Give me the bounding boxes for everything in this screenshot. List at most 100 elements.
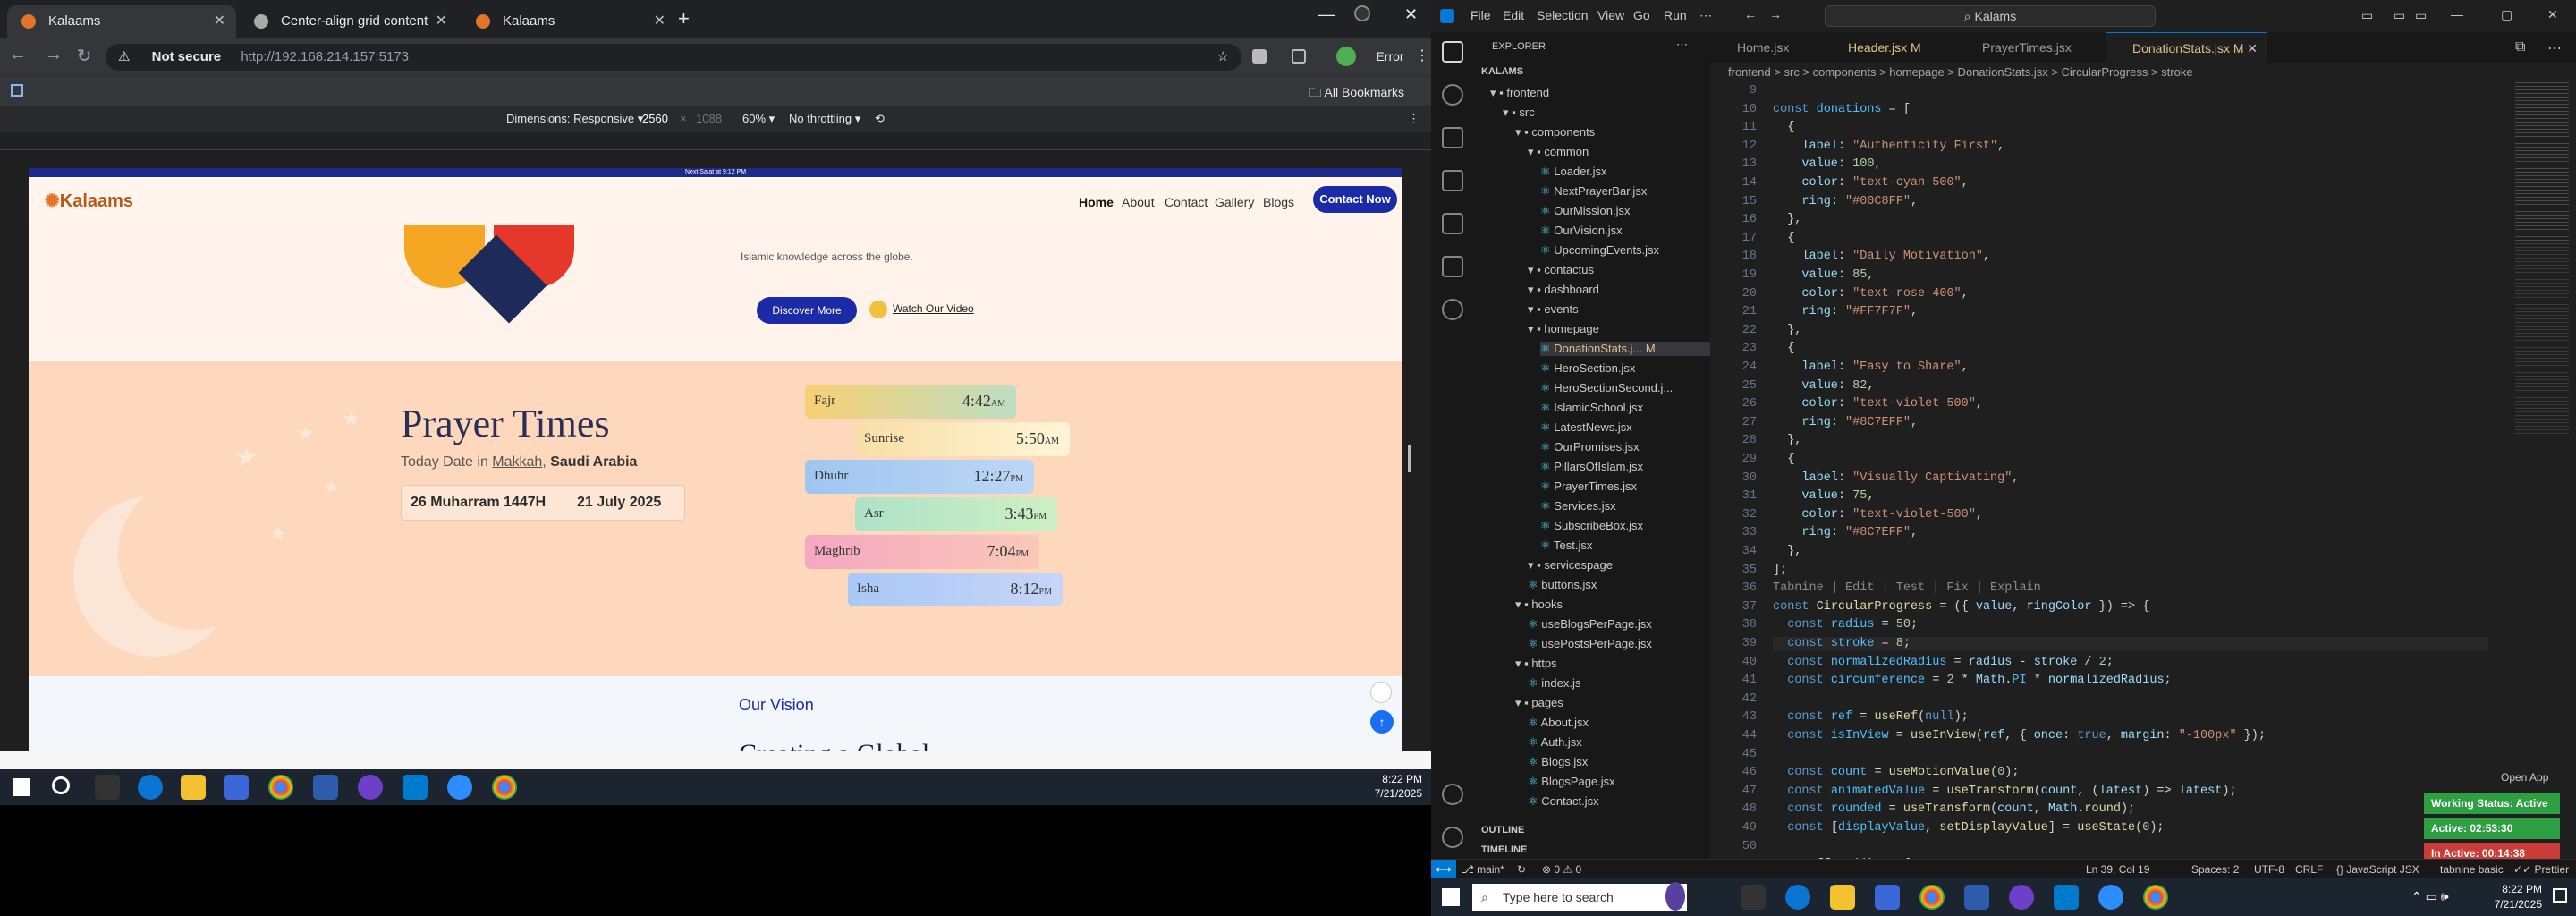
more-actions-icon[interactable]: ⋯ <box>2547 39 2562 57</box>
editor-tab-home[interactable]: Home.jsx <box>1710 32 1821 63</box>
tree-file[interactable]: ⚛ Blogs.jsx <box>1528 755 1588 769</box>
code-line[interactable]: const animatedValue = useTransform(count… <box>1773 785 2236 798</box>
tree-file[interactable]: ⚛ SubscribeBox.jsx <box>1540 519 1643 533</box>
windows-start-icon[interactable] <box>13 778 30 796</box>
nav-forward-icon[interactable]: → <box>1769 7 1782 21</box>
outline-section[interactable]: OUTLINE <box>1481 825 1524 835</box>
chrome-icon[interactable] <box>1919 885 1945 910</box>
prettier-status[interactable]: ✓✓ Prettier <box>2513 860 2569 879</box>
scroll-top-icon[interactable]: ↑ <box>1370 710 1394 734</box>
code-line[interactable]: color: "text-violet-500", <box>1773 397 1983 411</box>
zoom-icon[interactable] <box>447 775 472 800</box>
avatar[interactable] <box>1336 47 1356 66</box>
tree-file[interactable]: ⚛ HeroSection.jsx <box>1540 361 1635 376</box>
rotate-icon[interactable]: ⟲ <box>875 106 885 132</box>
store-icon[interactable] <box>224 775 249 800</box>
source-control-icon[interactable] <box>1442 127 1463 148</box>
nav-contact[interactable]: Contact <box>1165 195 1208 209</box>
code-line[interactable]: const radius = 50; <box>1773 618 1918 632</box>
tree-file[interactable]: ⚛ PillarsOfIslam.jsx <box>1540 460 1643 474</box>
tree-folder[interactable]: ▾ ▪ homepage <box>1528 322 1599 336</box>
tree-folder[interactable]: ▾ ▪ common <box>1528 145 1589 159</box>
layout-icon[interactable]: ▭ <box>2394 8 2405 23</box>
tree-file[interactable]: ⚛ index.js <box>1528 676 1580 691</box>
menu-go[interactable]: Go <box>1633 8 1650 22</box>
extension-icon[interactable] <box>1252 49 1267 64</box>
tree-file[interactable]: ⚛ OurPromises.jsx <box>1540 440 1640 454</box>
code-line[interactable]: const ref = useRef(null); <box>1773 710 1969 724</box>
settings-gear-icon[interactable] <box>1442 827 1463 848</box>
close-tab-icon[interactable]: ✕ <box>436 5 447 38</box>
code-line[interactable]: ring: "#FF7F7F", <box>1773 305 1918 318</box>
chat-icon[interactable] <box>1370 682 1392 703</box>
code-line[interactable]: value: 100, <box>1773 157 1881 171</box>
language-mode[interactable]: {} JavaScript JSX <box>2336 860 2419 879</box>
edge-icon[interactable] <box>138 775 163 800</box>
menu-view[interactable]: View <box>1597 8 1624 22</box>
chrome-icon[interactable] <box>492 775 517 800</box>
code-line[interactable]: label: "Daily Motivation", <box>1773 250 1990 263</box>
tree-file[interactable]: ⚛ PrayerTimes.jsx <box>1540 479 1637 494</box>
dimensions-dropdown[interactable]: Dimensions: Responsive ▾ <box>506 106 643 132</box>
workspace-root[interactable]: KALAMS <box>1481 66 1523 77</box>
browser-tab-2[interactable]: Center-align grid content ✕ <box>240 5 458 38</box>
contact-now-button[interactable]: Contact Now <box>1313 186 1397 213</box>
tree-file[interactable]: ⚛ Test.jsx <box>1540 539 1592 553</box>
chrome-icon[interactable] <box>268 775 293 800</box>
tree-file[interactable]: ⚛ BlogsPage.jsx <box>1528 775 1615 789</box>
indentation[interactable]: Spaces: 2 <box>2191 860 2239 879</box>
resize-handle[interactable] <box>1408 445 1411 472</box>
apps-grid-icon[interactable] <box>11 84 23 97</box>
browser-tab-3[interactable]: Kalaams ✕ <box>462 5 676 38</box>
tree-folder[interactable]: ▾ ▪ contactus <box>1528 263 1594 277</box>
encoding[interactable]: UTF-8 <box>2254 860 2284 879</box>
cursor-position[interactable]: Ln 39, Col 19 <box>2086 860 2149 879</box>
windows-start-icon[interactable] <box>1442 888 1460 906</box>
nav-about[interactable]: About <box>1122 195 1155 209</box>
bookmark-star-icon[interactable]: ☆ <box>1217 44 1229 71</box>
code-line[interactable]: color: "text-rose-400", <box>1773 287 1968 301</box>
open-app-label[interactable]: Open App <box>2501 771 2548 784</box>
breadcrumb[interactable]: frontend > src > components > homepage >… <box>1710 63 2576 82</box>
tree-file[interactable]: ⚛ usePostsPerPage.jsx <box>1528 637 1652 651</box>
code-line[interactable]: { <box>1773 342 1794 355</box>
reload-icon[interactable]: ↻ <box>72 45 97 67</box>
code-line[interactable]: }, <box>1773 434 1801 447</box>
minimap[interactable] <box>2515 82 2569 440</box>
code-line[interactable]: ring: "#8C7EFF", <box>1773 416 1918 429</box>
task-view-icon[interactable] <box>95 775 120 800</box>
line-ending[interactable]: CRLF <box>2295 860 2323 879</box>
code-line[interactable]: label: "Authenticity First", <box>1773 140 2004 153</box>
vscode-icon[interactable] <box>402 775 428 800</box>
code-line[interactable]: }, <box>1773 324 1801 337</box>
kebab-menu-icon[interactable]: ⋮ <box>1415 47 1429 64</box>
code-line[interactable]: ]; <box>1773 564 1787 577</box>
minimize-icon[interactable]: — <box>1318 5 1335 24</box>
notification-icon[interactable] <box>2553 888 2567 903</box>
code-line[interactable]: const rounded = useTransform(count, Math… <box>1773 802 2135 816</box>
tree-folder[interactable]: ▾ ▪ https <box>1515 657 1557 671</box>
tree-file[interactable]: ⚛ Services.jsx <box>1540 499 1616 513</box>
explorer-more-icon[interactable]: ⋯ <box>1676 38 1688 52</box>
search-highlight-icon[interactable] <box>1665 882 1685 911</box>
code-line[interactable]: color: "text-cyan-500", <box>1773 176 1968 190</box>
tree-file[interactable]: ⚛ DonationStats.j... M <box>1540 342 1710 356</box>
code-line[interactable]: }, <box>1773 545 1801 558</box>
code-line[interactable]: const isInView = useInView(ref, { once: … <box>1773 729 2266 742</box>
nav-back-icon[interactable]: ← <box>1744 7 1757 21</box>
tree-folder[interactable]: ▾ ▪ frontend <box>1490 86 1549 100</box>
all-bookmarks-link[interactable]: 🗀 All Bookmarks <box>1309 83 1404 105</box>
mongo-icon[interactable] <box>1442 299 1463 320</box>
problems-indicator[interactable]: ⊗ 0 ⚠ 0 <box>1542 860 1581 879</box>
tree-file[interactable]: ⚛ LatestNews.jsx <box>1540 420 1632 435</box>
width-field[interactable]: 2560 <box>642 106 668 132</box>
tabnine-status[interactable]: tabnine basic <box>2440 860 2504 879</box>
code-line[interactable]: const donations = [ <box>1773 103 1911 116</box>
nav-blogs[interactable]: Blogs <box>1263 195 1294 209</box>
close-tab-icon[interactable]: ✕ <box>654 5 665 38</box>
taskbar-search-input[interactable]: ⌕ Type here to search <box>1472 884 1687 911</box>
code-line[interactable]: const CircularProgress = ({ value, ringC… <box>1773 600 2149 614</box>
code-editor[interactable]: 9 10 const donations = [11 {12 label: "Aut… <box>1710 82 2497 908</box>
height-field[interactable]: 1088 <box>696 106 722 132</box>
sync-icon[interactable]: ↻ <box>1517 860 1526 879</box>
